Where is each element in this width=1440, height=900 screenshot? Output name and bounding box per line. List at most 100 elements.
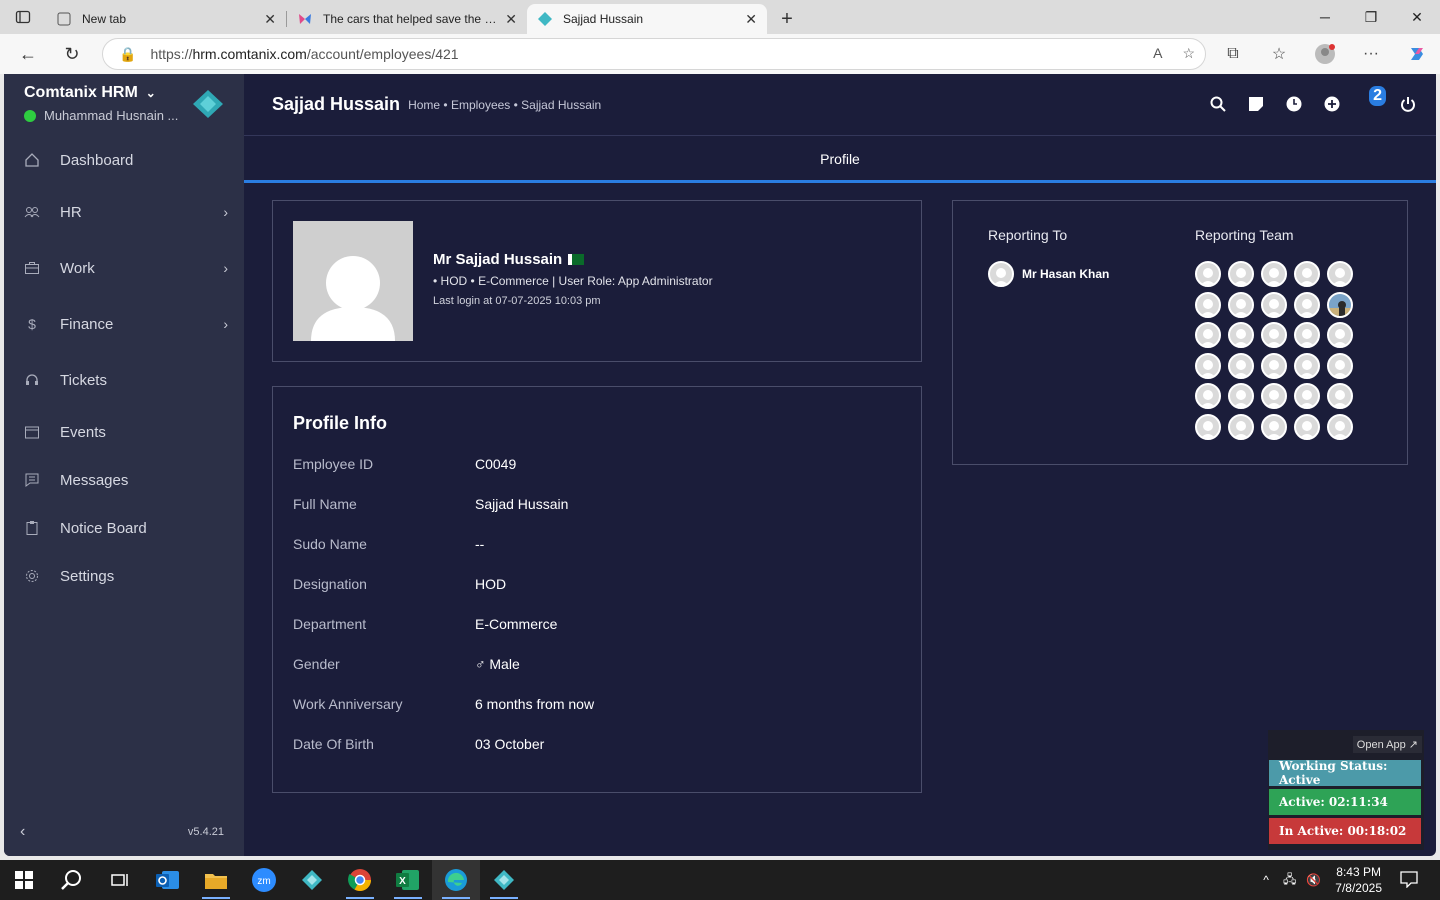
- sidebar-item-settings[interactable]: Settings: [4, 552, 244, 600]
- collapse-sidebar-icon[interactable]: ‹: [20, 823, 25, 841]
- add-icon[interactable]: [1322, 94, 1342, 114]
- clock[interactable]: 8:43 PM 7/8/2025: [1335, 864, 1382, 896]
- minimize-icon[interactable]: ─: [1302, 0, 1348, 34]
- outlook-icon[interactable]: [144, 860, 192, 900]
- browser-tab-article[interactable]: The cars that helped save the con ✕: [287, 4, 527, 34]
- back-icon[interactable]: ←: [6, 34, 50, 74]
- sidebar-item-tickets[interactable]: Tickets: [4, 352, 244, 408]
- team-member-avatar[interactable]: [1294, 413, 1320, 440]
- read-aloud-icon[interactable]: A: [1153, 45, 1162, 62]
- tab-profile[interactable]: Profile: [244, 137, 1436, 183]
- copilot-icon[interactable]: [1394, 44, 1440, 64]
- app-logo-icon: [193, 90, 223, 118]
- team-member-avatar[interactable]: [1195, 261, 1221, 287]
- chrome-icon[interactable]: [336, 860, 384, 900]
- brand[interactable]: Comtanix HRM ⌄: [24, 84, 156, 102]
- close-tab-icon[interactable]: ✕: [264, 11, 276, 28]
- team-member-avatar[interactable]: [1261, 383, 1287, 409]
- sidebar-item-notice-board[interactable]: Notice Board: [4, 504, 244, 552]
- search-icon[interactable]: [1208, 94, 1228, 114]
- new-tab-button[interactable]: +: [767, 4, 807, 34]
- sidebar-item-hr[interactable]: HR ›: [4, 184, 244, 240]
- notes-icon[interactable]: [1246, 94, 1266, 114]
- close-window-icon[interactable]: ✕: [1394, 0, 1440, 34]
- team-member-avatar[interactable]: [1228, 413, 1254, 440]
- team-member-avatar[interactable]: [1294, 352, 1320, 379]
- team-member-avatar[interactable]: [1294, 383, 1320, 409]
- team-member-avatar[interactable]: [1228, 352, 1254, 379]
- manager[interactable]: Mr Hasan Khan: [988, 261, 1109, 287]
- excel-icon[interactable]: X: [384, 860, 432, 900]
- sidebar-item-label: Work: [60, 259, 95, 277]
- open-app-button[interactable]: Open App ↗: [1352, 736, 1422, 753]
- breadcrumb[interactable]: Home • Employees • Sajjad Hussain: [408, 98, 601, 112]
- sidebar-item-finance[interactable]: $ Finance ›: [4, 296, 244, 352]
- team-member-avatar[interactable]: [1327, 322, 1353, 348]
- team-member-avatar[interactable]: [1195, 322, 1221, 348]
- refresh-icon[interactable]: ↻: [50, 34, 94, 74]
- page-title: Sajjad Hussain: [272, 94, 401, 114]
- team-member-avatar[interactable]: [1261, 291, 1287, 318]
- team-member-avatar[interactable]: [1228, 261, 1254, 287]
- restore-icon[interactable]: ❐: [1348, 0, 1394, 34]
- volume-muted-icon[interactable]: 🔇: [1306, 873, 1321, 887]
- team-member-avatar[interactable]: [1261, 413, 1287, 440]
- zoom-icon[interactable]: zm: [240, 860, 288, 900]
- favorites-icon[interactable]: ☆: [1256, 44, 1302, 64]
- power-icon[interactable]: [1398, 94, 1418, 114]
- team-member-avatar[interactable]: [1327, 352, 1353, 379]
- file-explorer-icon[interactable]: [192, 860, 240, 900]
- sidebar-item-label: Events: [60, 423, 106, 441]
- favorite-star-icon[interactable]: ☆: [1182, 45, 1195, 62]
- tab-actions-icon[interactable]: [0, 0, 46, 34]
- team-member-avatar[interactable]: [1195, 413, 1221, 440]
- reporting-team-title: Reporting Team: [1195, 227, 1294, 243]
- team-member-avatar[interactable]: [1261, 261, 1287, 287]
- team-member-avatar[interactable]: [1294, 291, 1320, 318]
- team-member-avatar[interactable]: [1327, 261, 1353, 287]
- more-options-icon[interactable]: ···: [1348, 45, 1394, 63]
- team-member-avatar[interactable]: [1195, 291, 1221, 318]
- site-info-icon[interactable]: 🔒: [119, 46, 136, 63]
- profile-avatar-icon[interactable]: [1302, 43, 1348, 65]
- team-member-avatar[interactable]: [1261, 322, 1287, 348]
- team-member-avatar[interactable]: [1261, 352, 1287, 379]
- notifications-bell-icon[interactable]: 2: [1360, 86, 1386, 114]
- team-member-avatar[interactable]: [1195, 383, 1221, 409]
- team-member-avatar[interactable]: [1195, 352, 1221, 379]
- sidebar-nav: Dashboard HR › Work › $ Finance › Ticket…: [4, 136, 244, 600]
- notification-center-icon[interactable]: [1400, 870, 1418, 891]
- sidebar-item-events[interactable]: Events: [4, 408, 244, 456]
- team-member-avatar[interactable]: [1228, 291, 1254, 318]
- start-button-icon[interactable]: [0, 860, 48, 900]
- sidebar-item-messages[interactable]: Messages: [4, 456, 244, 504]
- sidebar-item-work[interactable]: Work ›: [4, 240, 244, 296]
- window-controls: ─ ❐ ✕: [1302, 0, 1440, 34]
- extensions-icon[interactable]: ⧉: [1210, 45, 1256, 63]
- team-member-avatar[interactable]: [1294, 261, 1320, 287]
- info-key: Designation: [293, 576, 367, 592]
- url-field[interactable]: 🔒 https://hrm.comtanix.com/account/emplo…: [102, 38, 1206, 70]
- info-key: Employee ID: [293, 456, 374, 472]
- team-member-avatar[interactable]: [1327, 291, 1353, 318]
- browser-tab-active[interactable]: Sajjad Hussain ✕: [527, 4, 767, 34]
- team-member-avatar[interactable]: [1228, 322, 1254, 348]
- hrm-app-running-icon[interactable]: [480, 860, 528, 900]
- hrm-app-icon[interactable]: [288, 860, 336, 900]
- network-icon[interactable]: 🖧: [1283, 870, 1296, 891]
- team-member-avatar[interactable]: [1327, 413, 1353, 440]
- team-member-avatar[interactable]: [1327, 383, 1353, 409]
- tray-chevron-up-icon[interactable]: ^: [1263, 873, 1269, 887]
- team-member-avatar[interactable]: [1294, 322, 1320, 348]
- browser-tab-new-tab[interactable]: New tab ✕: [46, 4, 286, 34]
- search-taskbar-icon[interactable]: [48, 860, 96, 900]
- close-tab-icon[interactable]: ✕: [745, 11, 757, 28]
- clock-icon[interactable]: [1284, 94, 1304, 114]
- team-member-avatar[interactable]: [1228, 383, 1254, 409]
- tab-title: The cars that helped save the con: [323, 12, 498, 26]
- close-tab-icon[interactable]: ✕: [505, 11, 517, 28]
- sidebar-item-dashboard[interactable]: Dashboard: [4, 136, 244, 184]
- last-login: Last login at 07-07-2025 10:03 pm: [433, 295, 601, 307]
- edge-icon[interactable]: [432, 860, 480, 900]
- task-view-icon[interactable]: [96, 860, 144, 900]
